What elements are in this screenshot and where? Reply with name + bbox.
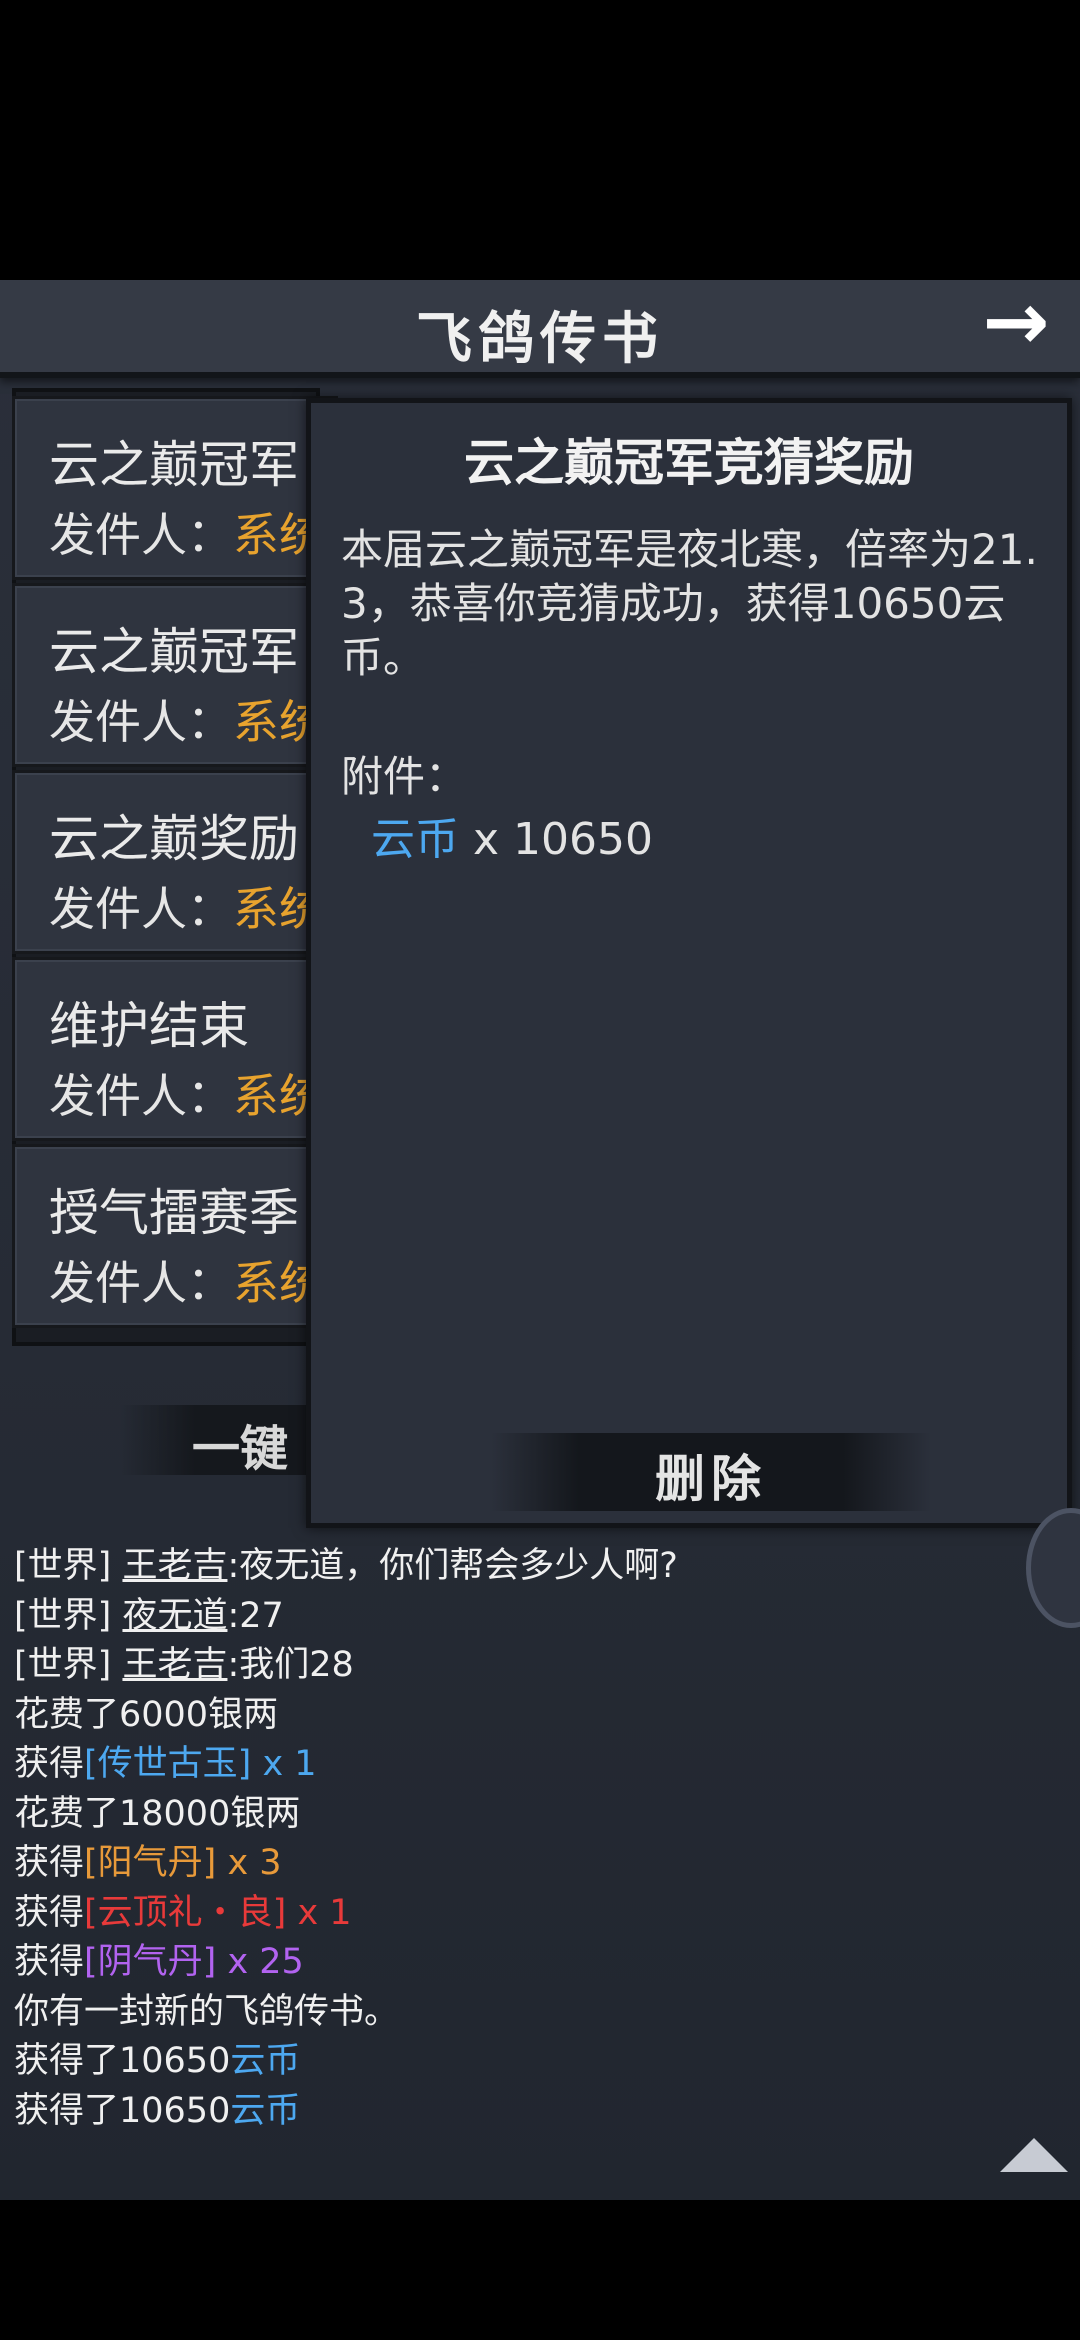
chat-line: [世界] 王老吉:我们28 [14, 1641, 1014, 1691]
mail-sender: 发件人：系统 [49, 1060, 325, 1126]
chat-line: 获得了10650云币 [14, 2087, 1014, 2137]
chat-line: 获得[云顶礼・良] x 1 [14, 1889, 1014, 1939]
chat-currency: 云币 [230, 2090, 301, 2131]
mail-detail-panel: 云之巅冠军竞猜奖励 本届云之巅冠军是夜北寒，倍率为21.3，恭喜你竞猜成功，获得… [306, 398, 1072, 1528]
mail-item[interactable]: 维护结束 发件人：系统 [12, 957, 338, 1141]
chat-currency: 云币 [230, 2041, 301, 2081]
chat-line: 你有一封新的飞鸽传书。 [14, 1988, 1014, 2038]
sender-prefix: 发件人： [49, 1069, 233, 1123]
chat-text: 获得 [14, 1942, 85, 1982]
chat-channel-tag: [世界] [14, 1546, 112, 1586]
mail-item[interactable]: 云之巅冠军 发件人：系统 [12, 583, 338, 767]
chat-channel-tag: [世界] [14, 1595, 112, 1636]
chat-line: 花费了6000银两 [14, 1691, 1014, 1741]
chat-log: [世界] 王老吉:夜无道，你们帮会多少人啊? [世界] 夜无道:27 [世界] … [14, 1542, 1014, 2136]
page-title: 飞鸽传书 [416, 306, 664, 372]
chat-speaker[interactable]: 夜无道 [122, 1596, 227, 1636]
chat-text: 获得 [14, 1744, 85, 1784]
arrow-right-icon[interactable]: → [966, 280, 1066, 364]
chat-line: [世界] 王老吉:夜无道，你们帮会多少人啊? [14, 1542, 1014, 1592]
chat-text: 银两 [208, 1694, 279, 1735]
bulk-action-label: 一键 [192, 1421, 289, 1477]
mail-sender: 发件人：系统 [49, 499, 325, 565]
mail-sender: 发件人：系统 [49, 1247, 325, 1313]
chat-item-qty: x 1 [251, 1744, 317, 1784]
chat-item-qty: x 25 [216, 1942, 304, 1982]
chat-text: :我们28 [227, 1645, 354, 1685]
mail-subject: 授气擂赛季 [49, 1184, 299, 1242]
chat-speaker[interactable]: 王老吉 [122, 1546, 227, 1586]
chat-item-link[interactable]: [传世古玉] [84, 1744, 251, 1784]
mail-subject: 云之巅冠军 [49, 436, 299, 494]
scroll-up-icon[interactable] [1000, 2138, 1068, 2172]
header-bar: 飞鸽传书 → [0, 280, 1080, 378]
chat-text: 银两 [230, 1793, 301, 1834]
mail-item[interactable]: 授气擂赛季 发件人：系统 [12, 1144, 338, 1328]
chat-line: 花费了18000银两 [14, 1790, 1014, 1840]
chat-text: 获得了10650 [14, 2041, 231, 2081]
chat-text: :27 [227, 1595, 284, 1636]
chat-item-qty: x 1 [286, 1892, 352, 1933]
chat-speaker[interactable]: 王老吉 [122, 1645, 227, 1685]
mail-subject: 维护结束 [49, 997, 249, 1055]
attachment-label: 附件： [341, 752, 468, 801]
attachment-item[interactable]: 云币 x 10650 [371, 803, 653, 867]
chat-line: 获得[阳气丹] x 3 [14, 1839, 1014, 1889]
chat-channel-tag: [世界] [14, 1645, 112, 1685]
delete-button[interactable]: 删除 [491, 1433, 931, 1511]
mail-item[interactable]: 云之巅奖励 发件人：系统 [12, 770, 338, 954]
mail-subject: 云之巅奖励 [49, 810, 299, 868]
sender-prefix: 发件人： [49, 1256, 233, 1310]
sender-prefix: 发件人： [49, 882, 233, 936]
mail-subject: 云之巅冠军 [49, 623, 299, 681]
sender-prefix: 发件人： [49, 695, 233, 749]
chat-text: 获得 [14, 1892, 85, 1933]
mail-detail-title: 云之巅冠军竞猜奖励 [464, 434, 914, 492]
delete-label: 删除 [655, 1449, 767, 1508]
chat-text: 获得 [14, 1843, 85, 1883]
chat-text: 花费了6000 [14, 1694, 209, 1735]
chat-line: 获得[传世古玉] x 1 [14, 1740, 1014, 1790]
attachment-name: 云币 [371, 814, 459, 865]
chat-item-link[interactable]: [阳气丹] [84, 1843, 216, 1883]
chat-text: 花费了18000 [14, 1793, 231, 1834]
chat-item-link[interactable]: [阴气丹] [84, 1942, 216, 1982]
chat-text: 获得了10650 [14, 2090, 231, 2131]
chat-text: :夜无道，你们帮会多少人啊? [227, 1546, 678, 1586]
chat-line: 获得了10650云币 [14, 2037, 1014, 2087]
attachment-qty: x 10650 [459, 814, 653, 865]
chat-item-qty: x 3 [216, 1843, 282, 1883]
chat-item-link[interactable]: [云顶礼・良] [84, 1893, 286, 1933]
chat-line: 获得[阴气丹] x 25 [14, 1938, 1014, 1988]
mail-sender: 发件人：系统 [49, 873, 325, 939]
chat-text: 你有一封新的飞鸽传书。 [14, 1991, 400, 2032]
chat-line: [世界] 夜无道:27 [14, 1592, 1014, 1642]
sender-prefix: 发件人： [49, 508, 233, 562]
mail-detail-body: 本届云之巅冠军是夜北寒，倍率为21.3，恭喜你竞猜成功，获得10650云币。 [341, 525, 1038, 682]
mail-item[interactable]: 云之巅冠军 发件人：系统 [12, 396, 338, 580]
mail-sender: 发件人：系统 [49, 686, 325, 752]
